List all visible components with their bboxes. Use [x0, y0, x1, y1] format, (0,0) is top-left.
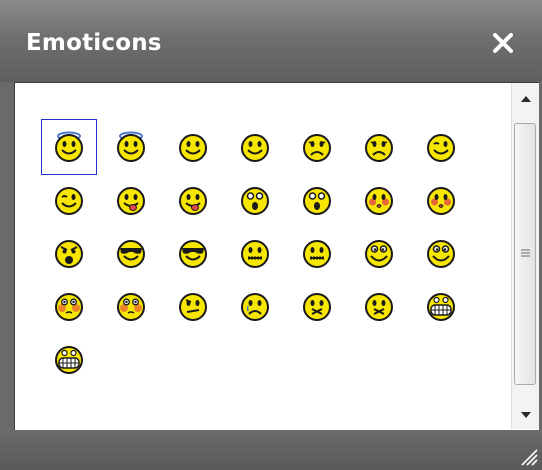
scroll-up-button[interactable] — [512, 85, 539, 112]
emoticon-silly-2[interactable] — [413, 225, 469, 281]
emoticon-grin-2[interactable] — [41, 331, 97, 387]
angel-face-icon — [117, 131, 145, 162]
kiss-face-icon — [427, 187, 455, 215]
emoticon-wink[interactable] — [413, 119, 469, 175]
grin-face-icon — [55, 346, 83, 374]
emoticon-smile[interactable] — [165, 119, 221, 175]
title-bar[interactable]: Emoticons — [0, 0, 542, 82]
surprised-face-icon — [303, 187, 331, 215]
silly-face-icon — [365, 240, 393, 268]
emoticon-embarrassed[interactable] — [41, 278, 97, 334]
confused-face-icon — [179, 293, 207, 321]
emoticon-angel[interactable] — [41, 119, 97, 175]
chevron-down-icon — [520, 411, 531, 418]
emoticon-silly[interactable] — [351, 225, 407, 281]
cool-face-icon — [117, 240, 145, 268]
cool-face-icon — [179, 240, 207, 268]
emoticon-angel-2[interactable] — [103, 119, 159, 175]
wink-face-icon — [427, 134, 455, 162]
emoticon-surprised[interactable] — [227, 172, 283, 228]
emoticon-kiss-2[interactable] — [413, 172, 469, 228]
zipped-face-icon — [303, 240, 331, 268]
vertical-scrollbar[interactable] — [511, 83, 539, 429]
emoticon-grin[interactable] — [413, 278, 469, 334]
resize-grip-icon[interactable] — [516, 444, 538, 466]
surprised-face-icon — [241, 187, 269, 215]
zipped-face-icon — [241, 240, 269, 268]
sealed-face-icon — [365, 293, 393, 321]
grin-face-icon — [427, 293, 455, 321]
embarrassed-face-icon — [55, 293, 83, 321]
angry-face-icon — [55, 240, 83, 268]
wink-face-icon — [55, 187, 83, 215]
chevron-up-icon — [520, 95, 531, 102]
emoticon-surprised-2[interactable] — [289, 172, 345, 228]
emoticon-wink-2[interactable] — [41, 172, 97, 228]
emoticon-crying[interactable] — [227, 278, 283, 334]
dialog-footer — [0, 430, 542, 470]
smile-face-icon — [179, 134, 207, 162]
grip-lines-icon — [521, 249, 530, 257]
emoticons-dialog: Emoticons — [0, 0, 542, 470]
tongue-face-icon — [117, 187, 145, 215]
emoticon-zipped[interactable] — [227, 225, 283, 281]
sad-face-icon — [365, 134, 393, 162]
close-icon[interactable] — [488, 28, 518, 58]
emoticon-confused[interactable] — [165, 278, 221, 334]
emoticon-tongue-2[interactable] — [165, 172, 221, 228]
sealed-face-icon — [303, 293, 331, 321]
emoticon-angry[interactable] — [41, 225, 97, 281]
sad-face-icon — [303, 134, 331, 162]
emoticon-cool[interactable] — [103, 225, 159, 281]
smile-face-icon — [241, 134, 269, 162]
tongue-face-icon — [179, 187, 207, 215]
scroll-thumb[interactable] — [514, 123, 536, 385]
kiss-face-icon — [365, 187, 393, 215]
embarrassed-face-icon — [117, 293, 145, 321]
emoticon-panel — [14, 82, 539, 430]
emoticon-zipped-2[interactable] — [289, 225, 345, 281]
angel-face-icon — [55, 131, 83, 162]
emoticon-cool-2[interactable] — [165, 225, 221, 281]
emoticon-smile-2[interactable] — [227, 119, 283, 175]
silly-face-icon — [427, 240, 455, 268]
emoticon-sealed-2[interactable] — [351, 278, 407, 334]
emoticon-embarrassed-2[interactable] — [103, 278, 159, 334]
crying-face-icon — [241, 293, 269, 321]
emoticon-sad-2[interactable] — [351, 119, 407, 175]
emoticon-tongue[interactable] — [103, 172, 159, 228]
emoticon-sad[interactable] — [289, 119, 345, 175]
emoticon-kiss[interactable] — [351, 172, 407, 228]
dialog-title: Emoticons — [26, 30, 162, 56]
emoticon-sealed[interactable] — [289, 278, 345, 334]
scroll-down-button[interactable] — [512, 401, 539, 428]
